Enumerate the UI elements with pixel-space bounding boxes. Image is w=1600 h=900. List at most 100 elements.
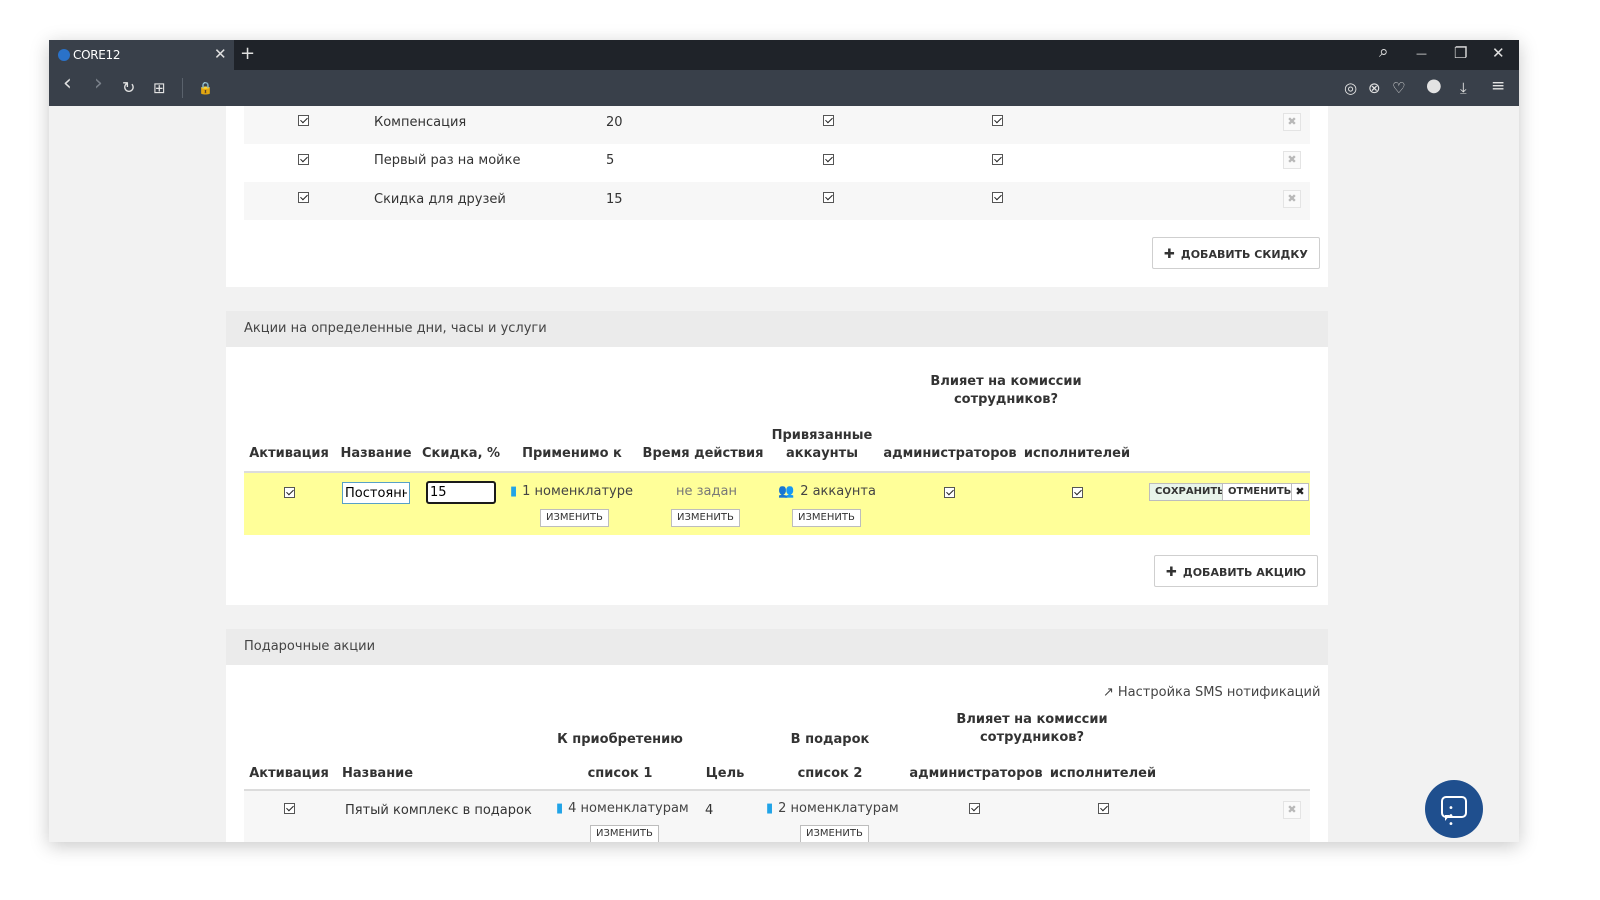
nav-bar: ‹ › ↻ ⊞ 🔒 ◎ ⊗ ♡ ● ⤓ ≡ — [49, 70, 1519, 106]
discount-name: Скидка для друзей — [374, 192, 506, 207]
promo-performers-checkbox[interactable] — [1072, 487, 1083, 498]
discounts-panel: Компенсация 20 ✖ Первый раз на мойке 5 ✖… — [226, 106, 1328, 287]
tab-bar: CORE12 ✕ + ⌕ — ❐ ✕ — [49, 40, 1519, 70]
camera-icon[interactable]: ◎ — [1344, 79, 1357, 97]
chat-button[interactable]: • • • — [1425, 780, 1483, 838]
gift-list2-link[interactable]: ▮ 2 номенклатурам — [766, 801, 899, 816]
promo-discount-input[interactable] — [426, 481, 496, 504]
discount-performers-checkbox[interactable] — [992, 154, 1003, 165]
change-time-button[interactable]: ИЗМЕНИТЬ — [671, 509, 740, 527]
avatar-icon[interactable]: ● — [1426, 77, 1442, 95]
users-icon: 👥 — [778, 484, 795, 499]
page-content: Компенсация 20 ✖ Первый раз на мойке 5 ✖… — [49, 106, 1519, 842]
promo-accounts-link[interactable]: 👥 2 аккаунта — [778, 484, 876, 499]
delete-discount-button[interactable]: ✖ — [1283, 113, 1301, 131]
delete-gift-button[interactable]: ✖ — [1283, 801, 1301, 819]
chat-icon: • • • — [1441, 796, 1467, 830]
search-icon[interactable]: ⌕ — [1379, 42, 1389, 62]
minimize-icon[interactable]: — — [1416, 47, 1427, 60]
promo-activation-checkbox[interactable] — [284, 487, 295, 498]
gift-performers-checkbox[interactable] — [1098, 803, 1109, 814]
gift-activation-checkbox[interactable] — [284, 803, 295, 814]
discount-performers-checkbox[interactable] — [992, 115, 1003, 126]
discount-value: 15 — [606, 192, 623, 207]
plus-icon: ✚ — [1166, 565, 1177, 580]
add-discount-label: ДОБАВИТЬ СКИДКУ — [1180, 248, 1308, 261]
shield-icon[interactable]: ⊗ — [1368, 79, 1381, 97]
lock-icon: 🔒 — [198, 81, 213, 95]
promo-name-input[interactable] — [342, 482, 410, 504]
gifts-col-list1: список 1 — [587, 766, 653, 781]
file-icon: ▮ — [510, 484, 518, 499]
promos-section-header: Акции на определенные дни, часы и услуги — [226, 311, 1328, 347]
discount-name: Первый раз на мойке — [374, 153, 521, 168]
promos-col-time: Время действия — [642, 446, 764, 461]
add-discount-button[interactable]: ✚ ДОБАВИТЬ СКИДКУ — [1152, 237, 1320, 269]
table-row: Пятый комплекс в подарок ▮ 4 номенклатура… — [244, 791, 1310, 842]
add-promo-label: ДОБАВИТЬ АКЦИЮ — [1182, 566, 1307, 579]
discount-activation-checkbox[interactable] — [298, 192, 309, 203]
discount-name: Компенсация — [374, 115, 467, 130]
delete-discount-button[interactable]: ✖ — [1283, 190, 1301, 208]
gifts-col-purchase: К приобретению — [557, 732, 683, 747]
browser-window: CORE12 ✕ + ⌕ — ❐ ✕ ‹ › ↻ ⊞ 🔒 ◎ ⊗ ♡ ● ⤓ ≡… — [49, 40, 1519, 842]
new-tab-icon[interactable]: + — [240, 43, 255, 64]
gift-admins-checkbox[interactable] — [969, 803, 980, 814]
change-accounts-button[interactable]: ИЗМЕНИТЬ — [792, 509, 861, 527]
gift-goal: 4 — [705, 803, 714, 818]
cancel-button[interactable]: ОТМЕНИТЬ — [1222, 483, 1298, 501]
change-applies-to-button[interactable]: ИЗМЕНИТЬ — [540, 509, 609, 527]
discount-admins-checkbox[interactable] — [823, 192, 834, 203]
back-icon[interactable]: ‹ — [63, 73, 72, 95]
discount-activation-checkbox[interactable] — [298, 154, 309, 165]
promos-panel: Влияет на комиссии сотрудников? Активаци… — [226, 347, 1328, 605]
gifts-col-name: Название — [342, 766, 414, 781]
grid-icon[interactable]: ⊞ — [153, 79, 166, 97]
discount-activation-checkbox[interactable] — [298, 115, 309, 126]
close-window-icon[interactable]: ✕ — [1492, 44, 1505, 62]
discount-value: 20 — [606, 115, 623, 130]
sms-settings-link[interactable]: ↗ Настройка SMS нотификаций — [1103, 685, 1320, 700]
discount-admins-checkbox[interactable] — [823, 115, 834, 126]
promos-col-applies-to: Применимо к — [522, 446, 622, 461]
promos-commission-group-header: Влияет на комиссии сотрудников? — [930, 374, 1082, 407]
gift-list1-link[interactable]: ▮ 4 номенклатурам — [556, 801, 689, 816]
change-list1-button[interactable]: ИЗМЕНИТЬ — [590, 825, 659, 842]
promo-admins-checkbox[interactable] — [944, 487, 955, 498]
menu-icon[interactable]: ≡ — [1491, 77, 1505, 95]
gifts-col-performers: исполнителей — [1049, 766, 1157, 781]
promos-col-performers: исполнителей — [1023, 446, 1131, 461]
promo-applies-to-link[interactable]: ▮ 1 номенклатуре — [510, 484, 633, 499]
gifts-col-admins: администраторов — [909, 766, 1043, 781]
nav-separator — [182, 78, 183, 98]
discount-admins-checkbox[interactable] — [823, 154, 834, 165]
file-icon: ▮ — [556, 801, 564, 816]
promos-col-accounts: Привязанные аккаунты — [771, 428, 873, 461]
restore-icon[interactable]: ❐ — [1454, 44, 1467, 62]
change-list2-button[interactable]: ИЗМЕНИТЬ — [800, 825, 869, 842]
gifts-col-goal: Цель — [705, 766, 745, 781]
favicon-icon — [58, 49, 70, 61]
reload-icon[interactable]: ↻ — [122, 79, 135, 97]
heart-icon[interactable]: ♡ — [1392, 79, 1405, 97]
gifts-panel: ↗ Настройка SMS нотификаций Влияет на ком… — [226, 665, 1328, 842]
discount-value: 5 — [606, 153, 615, 168]
promos-col-name: Название — [340, 446, 412, 461]
external-link-icon: ↗ — [1103, 685, 1114, 700]
browser-tab[interactable]: CORE12 ✕ — [49, 40, 234, 70]
delete-promo-button[interactable]: ✖ — [1291, 483, 1309, 501]
download-icon[interactable]: ⤓ — [1460, 79, 1467, 97]
forward-icon[interactable]: › — [94, 73, 103, 95]
gifts-col-list2: список 2 — [797, 766, 863, 781]
save-button[interactable]: СОХРАНИТЬ — [1149, 483, 1231, 501]
promos-col-activation: Активация — [249, 446, 329, 461]
plus-icon: ✚ — [1164, 247, 1175, 262]
add-promo-button[interactable]: ✚ ДОБАВИТЬ АКЦИЮ — [1154, 555, 1319, 587]
gift-name: Пятый комплекс в подарок — [345, 803, 532, 818]
gifts-commission-group-header: Влияет на комиссии сотрудников? — [956, 712, 1108, 745]
tab-close-icon[interactable]: ✕ — [214, 45, 227, 63]
promos-col-discount: Скидка, % — [422, 446, 501, 461]
delete-discount-button[interactable]: ✖ — [1283, 151, 1301, 169]
gifts-section-header: Подарочные акции — [226, 629, 1328, 665]
discount-performers-checkbox[interactable] — [992, 192, 1003, 203]
